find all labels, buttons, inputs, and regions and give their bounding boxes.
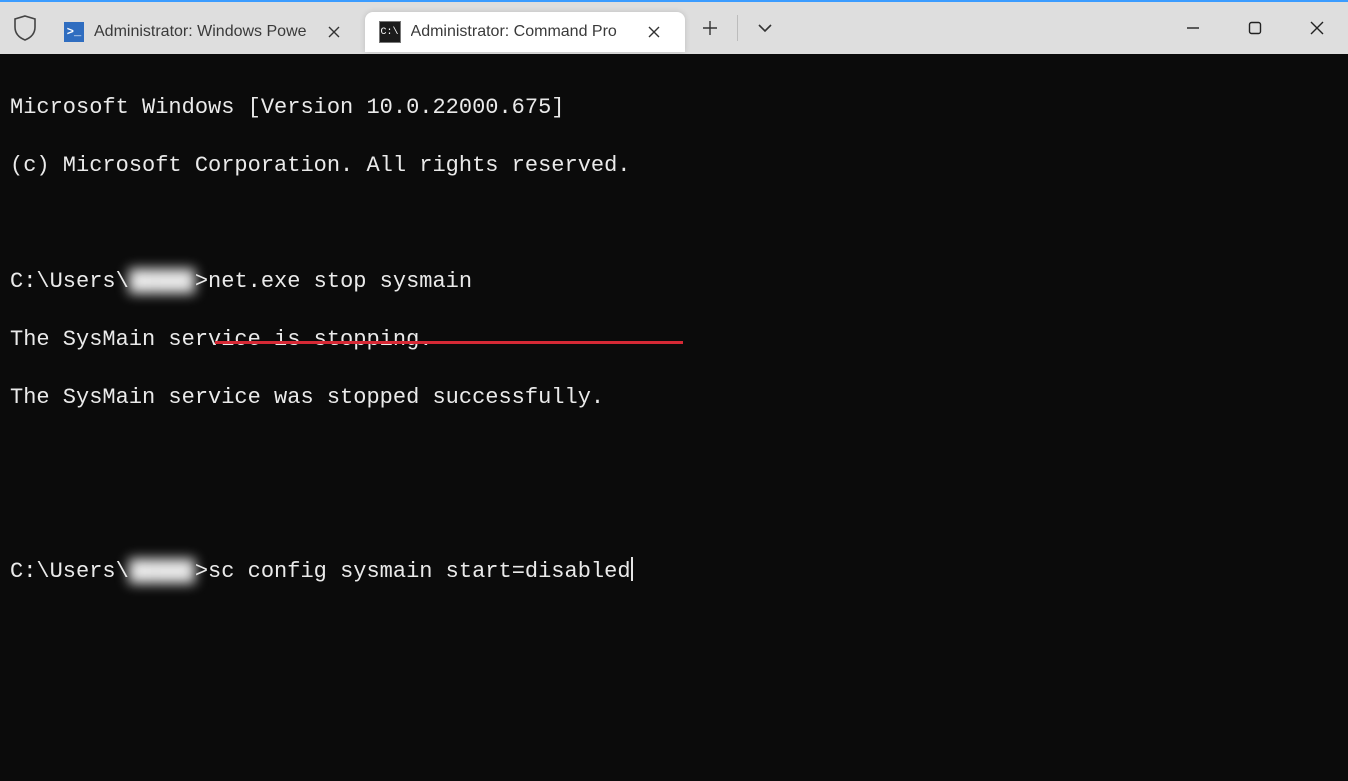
- banner-line: (c) Microsoft Corporation. All rights re…: [10, 151, 1338, 180]
- command-text: sc config sysmain start=disabled: [208, 559, 630, 584]
- prompt-prefix: C:\Users\: [10, 559, 129, 584]
- output-line: The SysMain service was stopped successf…: [10, 383, 1338, 412]
- blank-line: [10, 499, 1338, 528]
- blank-line: [10, 441, 1338, 470]
- close-icon: [1310, 21, 1324, 35]
- new-tab-button[interactable]: [685, 2, 735, 54]
- titlebar-left-section: [0, 2, 50, 54]
- chevron-down-icon: [757, 23, 773, 33]
- blank-line: [10, 209, 1338, 238]
- minimize-button[interactable]: [1162, 2, 1224, 54]
- maximize-icon: [1248, 21, 1262, 35]
- banner-line: Microsoft Windows [Version 10.0.22000.67…: [10, 93, 1338, 122]
- tab-dropdown-button[interactable]: [740, 2, 790, 54]
- prompt-user-obscured: █████: [129, 559, 195, 584]
- tab-close-powershell[interactable]: [317, 25, 351, 39]
- window-titlebar: >_ Administrator: Windows Powe C:\ Admin…: [0, 0, 1348, 54]
- close-icon: [647, 25, 661, 39]
- tab-close-cmd[interactable]: [637, 25, 671, 39]
- annotation-underline: [215, 341, 683, 344]
- divider: [737, 15, 738, 41]
- cmd-icon: C:\: [379, 21, 401, 43]
- terminal-output[interactable]: Microsoft Windows [Version 10.0.22000.67…: [0, 54, 1348, 781]
- close-icon: [327, 25, 341, 39]
- close-window-button[interactable]: [1286, 2, 1348, 54]
- tab-label: Administrator: Windows Powe: [94, 23, 307, 41]
- plus-icon: [702, 20, 718, 36]
- prompt-prefix: C:\Users\: [10, 269, 129, 294]
- command-text: net.exe stop sysmain: [208, 269, 472, 294]
- command-line-2: C:\Users\█████>sc config sysmain start=d…: [10, 557, 1338, 586]
- titlebar-right-section: [685, 2, 1348, 54]
- window-controls: [1162, 2, 1348, 54]
- tab-command-prompt[interactable]: C:\ Administrator: Command Pro: [365, 12, 685, 52]
- prompt-sep: >: [195, 559, 208, 584]
- shield-icon: [14, 15, 36, 41]
- minimize-icon: [1186, 21, 1200, 35]
- command-line-1: C:\Users\█████>net.exe stop sysmain: [10, 267, 1338, 296]
- maximize-button[interactable]: [1224, 2, 1286, 54]
- prompt-sep: >: [195, 269, 208, 294]
- prompt-user-obscured: █████: [129, 269, 195, 294]
- powershell-icon: >_: [64, 22, 84, 42]
- tab-label: Administrator: Command Pro: [411, 23, 627, 41]
- tab-powershell[interactable]: >_ Administrator: Windows Powe: [50, 12, 365, 52]
- cmd-icon-text: C:\: [381, 27, 399, 38]
- output-line: The SysMain service is stopping.: [10, 325, 1338, 354]
- powershell-icon-text: >_: [67, 25, 81, 39]
- text-cursor: [631, 557, 633, 581]
